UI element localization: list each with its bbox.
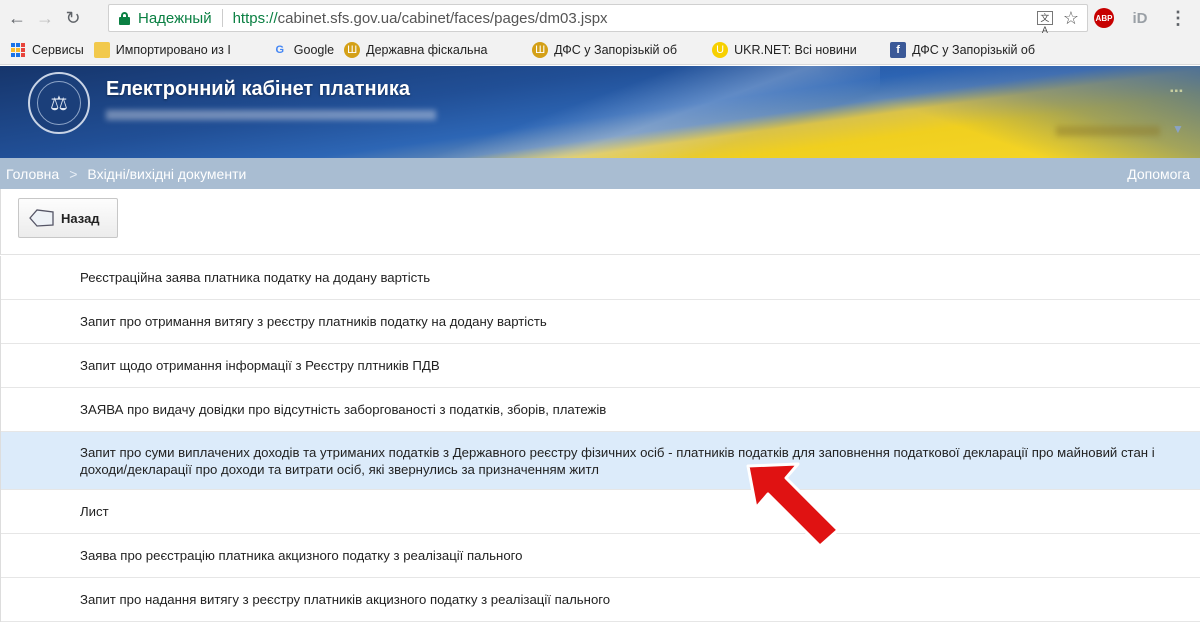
list-item[interactable]: Запит про отримання витягу з реєстру пла… [1,300,1200,344]
list-item-highlighted[interactable]: Запит про суми виплачених доходів та утр… [1,432,1200,490]
bookmark-dfs-zp[interactable]: Ш ДФС у Запорізькій об [532,42,702,58]
bookmark-label: Державна фіскальна [366,43,488,57]
omnibox-separator [221,9,223,27]
bookmark-imported[interactable]: Импортировано из I [93,42,262,58]
dots-icon: ▪▪▪ [1170,86,1184,97]
cabinet-title: Електронний кабінет платника [106,78,410,100]
translate-icon[interactable]: 文A [1036,11,1053,35]
banner-decoration [820,66,1200,158]
star-icon[interactable]: ☆ [1063,8,1079,29]
google-icon: G [275,44,285,56]
list-item-label: Реєстраційна заява платника податку на д… [80,270,431,285]
document-list: Реєстраційна заява платника податку на д… [0,256,1200,622]
bookmark-dfs[interactable]: Ш Державна фіскальна [344,42,522,58]
back-button[interactable]: Назад [18,198,118,238]
bookmark-label: Google [293,43,335,57]
list-item-label: Запит про суми виплачених доходів та утр… [80,444,1155,477]
lock-icon [119,11,130,25]
bookmark-label: ДФС у Запорізькій об [912,43,1036,57]
breadcrumb-home-link[interactable]: Головна [6,166,59,182]
secure-label: Надежный [138,9,212,27]
abp-icon[interactable]: ABP [1094,8,1114,28]
forward-arrow-icon[interactable]: → [34,7,56,29]
banner-decoration [380,66,880,158]
list-item-label: Запит щодо отримання інформації з Реєстр… [80,358,440,373]
bookmark-google[interactable]: G Google [272,42,335,58]
bookmark-apps[interactable]: Сервисы [10,42,84,58]
reload-icon[interactable]: ↻ [62,7,84,29]
blurred-taxpayer-name [106,110,436,120]
back-button-label: Назад [61,210,100,226]
list-item[interactable]: Запит щодо отримання інформації з Реєстр… [1,344,1200,388]
url-protocol: https:// [232,9,278,27]
url-path: cabinet.sfs.gov.ua/cabinet/faces/pages/d… [277,9,608,27]
trident-icon: Ш [344,42,361,58]
list-item[interactable]: Запит про надання витягу з реєстру платн… [1,578,1200,622]
address-bar[interactable]: Надежный https:// cabinet.sfs.gov.ua/cab… [108,4,1088,35]
list-item-label: Запит про отримання витягу з реєстру пла… [80,314,547,329]
tax-service-emblem-icon: ⚖ [28,72,90,134]
list-item-label: Запит про надання витягу з реєстру платн… [80,592,611,607]
breadcrumb: Головна > Вхідні/вихідні документи Допом… [0,158,1200,189]
bookmark-label: ДФС у Запорізькій об [554,43,678,57]
bookmark-label: Импортировано из I [115,43,231,57]
breadcrumb-current: Вхідні/вихідні документи [87,165,247,182]
facebook-icon: f [890,42,907,58]
bookmarks-bar: Сервисы Импортировано из I G Google Ш Де… [0,36,1200,65]
bookmark-label: UKR.NET: Всі новини [734,43,857,57]
page-toolbar: Назад [0,189,1200,255]
folder-icon [93,42,110,58]
id-extension-icon[interactable]: iD [1130,8,1150,28]
list-item[interactable]: Реєстраційна заява платника податку на д… [1,256,1200,300]
header-banner: ⚖ Електронний кабінет платника ▼ ▪▪▪ [0,66,1200,158]
bookmark-label: Сервисы [32,43,84,57]
ukrnet-icon: U [712,42,729,58]
blurred-user-id [1056,126,1160,136]
chevron-down-icon[interactable]: ▼ [1172,122,1184,136]
back-arrow-icon[interactable]: ← [6,7,28,29]
help-link[interactable]: Допомога [1127,166,1190,182]
trident-icon: Ш [532,42,549,58]
bookmark-ukrnet[interactable]: U UKR.NET: Всі новини [712,42,880,58]
list-item[interactable]: ЗАЯВА про видачу довідки про відсутність… [1,388,1200,432]
list-item[interactable]: Лист [1,490,1200,534]
bookmark-facebook[interactable]: f ДФС у Запорізькій об [890,42,1060,58]
breadcrumb-separator: > [69,165,78,182]
back-shape-icon [29,209,54,227]
list-item-label: Заява про реєстрацію платника акцизного … [80,548,523,563]
browser-toolbar: ← → ↻ Надежный https:// cabinet.sfs.gov.… [0,0,1200,36]
list-item[interactable]: Заява про реєстрацію платника акцизного … [1,534,1200,578]
menu-icon[interactable]: ⋮ [1168,8,1188,28]
apps-grid-icon [10,42,26,58]
list-item-label: ЗАЯВА про видачу довідки про відсутність… [80,402,607,417]
list-item-label: Лист [80,504,109,519]
red-arrow-annotation-icon [746,462,840,548]
